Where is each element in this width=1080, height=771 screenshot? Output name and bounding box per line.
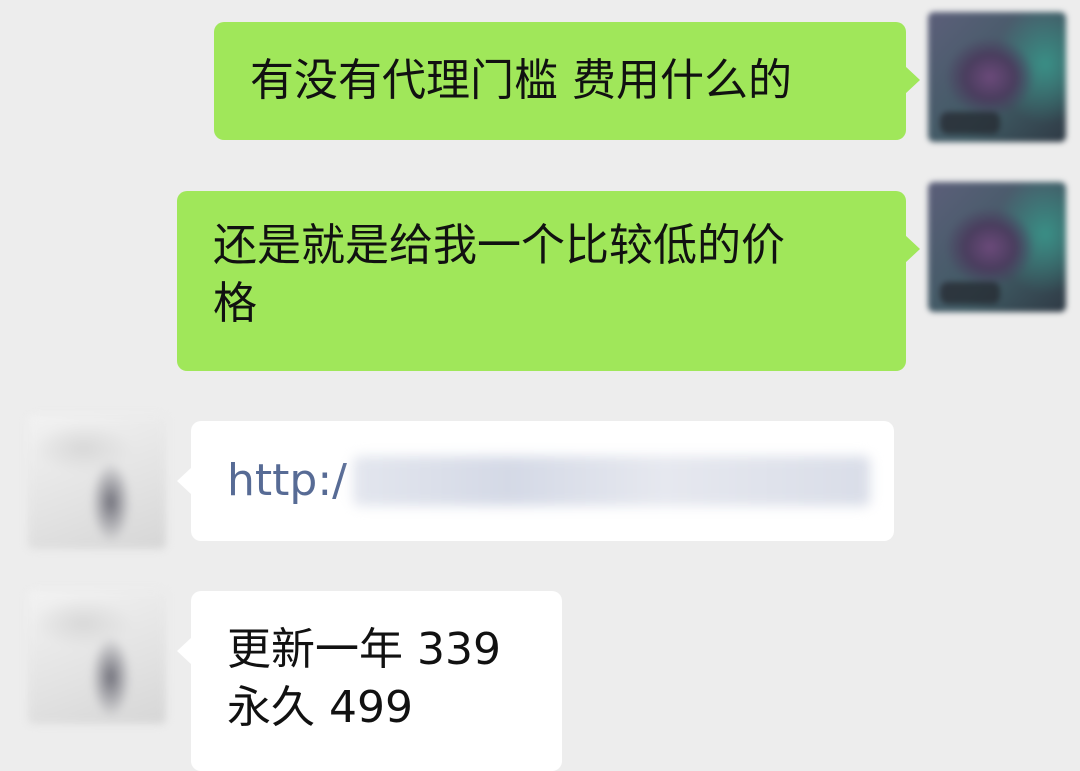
message-bubble-2[interactable]: 还是就是给我一个比较低的价 格 (177, 191, 920, 371)
message-link[interactable]: http:/ (227, 452, 347, 510)
message-bubble-1[interactable]: 有没有代理门槛 费用什么的 (214, 22, 920, 140)
redacted-url (352, 456, 870, 506)
my-avatar[interactable] (928, 12, 1066, 142)
link-message-bubble[interactable]: http:/ (177, 421, 894, 541)
message-text: 有没有代理门槛 费用什么的 (250, 55, 792, 106)
contact-avatar[interactable] (28, 415, 166, 549)
chat-conversation: 有没有代理门槛 费用什么的 还是就是给我一个比较低的价 格 http:/ 更新一… (0, 0, 1080, 771)
message-bubble-4[interactable]: 更新一年 339 永久 499 (177, 591, 562, 771)
contact-avatar[interactable] (28, 590, 166, 724)
message-text: 还是就是给我一个比较低的价 格 (213, 220, 785, 329)
my-avatar[interactable] (928, 182, 1066, 312)
message-text: 更新一年 339 永久 499 (227, 624, 501, 733)
